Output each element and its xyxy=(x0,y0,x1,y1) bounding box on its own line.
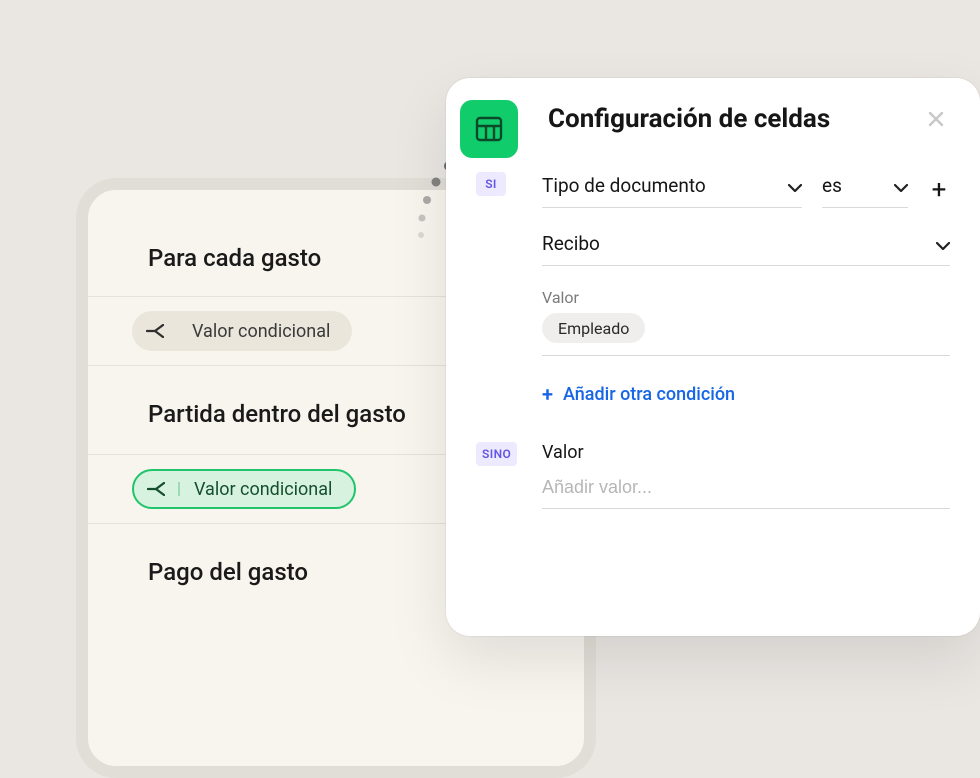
pill-label: Valor condicional xyxy=(180,479,354,500)
select-value: Tipo de documento xyxy=(542,174,706,197)
condition-field-select[interactable]: Tipo de documento xyxy=(542,172,802,208)
value-chip-container[interactable]: Empleado xyxy=(542,307,950,356)
branch-icon xyxy=(132,324,178,338)
add-link-label: Añadir otra condición xyxy=(563,384,735,405)
chevron-down-icon xyxy=(894,174,908,197)
pill-label: Valor condicional xyxy=(178,321,352,342)
if-badge: SI xyxy=(476,172,506,196)
close-button[interactable] xyxy=(922,105,950,133)
else-value-input[interactable] xyxy=(542,473,950,509)
panel-title: Configuración de celdas xyxy=(548,104,902,134)
else-row: SINO Valor xyxy=(476,442,950,509)
conditional-value-pill-2[interactable]: Valor condicional xyxy=(132,469,356,509)
table-icon xyxy=(460,100,518,158)
cell-configuration-panel: Configuración de celdas SI Tipo de docum… xyxy=(446,78,980,636)
value-chip-empleado[interactable]: Empleado xyxy=(542,313,645,343)
condition-operator-select[interactable]: es xyxy=(822,172,908,208)
conditional-value-pill-1[interactable]: Valor condicional xyxy=(132,311,352,351)
add-another-condition-link[interactable]: + Añadir otra condición xyxy=(542,382,950,406)
branch-icon xyxy=(134,482,180,496)
add-condition-plus[interactable]: + xyxy=(928,177,950,203)
close-icon xyxy=(927,110,945,128)
chevron-down-icon xyxy=(936,232,950,255)
select-value: es xyxy=(822,174,842,197)
if-condition-row: SI Tipo de documento es + Recibo xyxy=(476,172,950,406)
else-badge: SINO xyxy=(476,442,517,466)
select-value: Recibo xyxy=(542,232,600,255)
value-field-label: Valor xyxy=(542,288,950,307)
condition-value-select[interactable]: Recibo xyxy=(542,230,950,266)
chevron-down-icon xyxy=(788,174,802,197)
else-value-label: Valor xyxy=(542,442,950,463)
plus-icon: + xyxy=(542,382,553,406)
panel-header: Configuración de celdas xyxy=(446,78,980,144)
